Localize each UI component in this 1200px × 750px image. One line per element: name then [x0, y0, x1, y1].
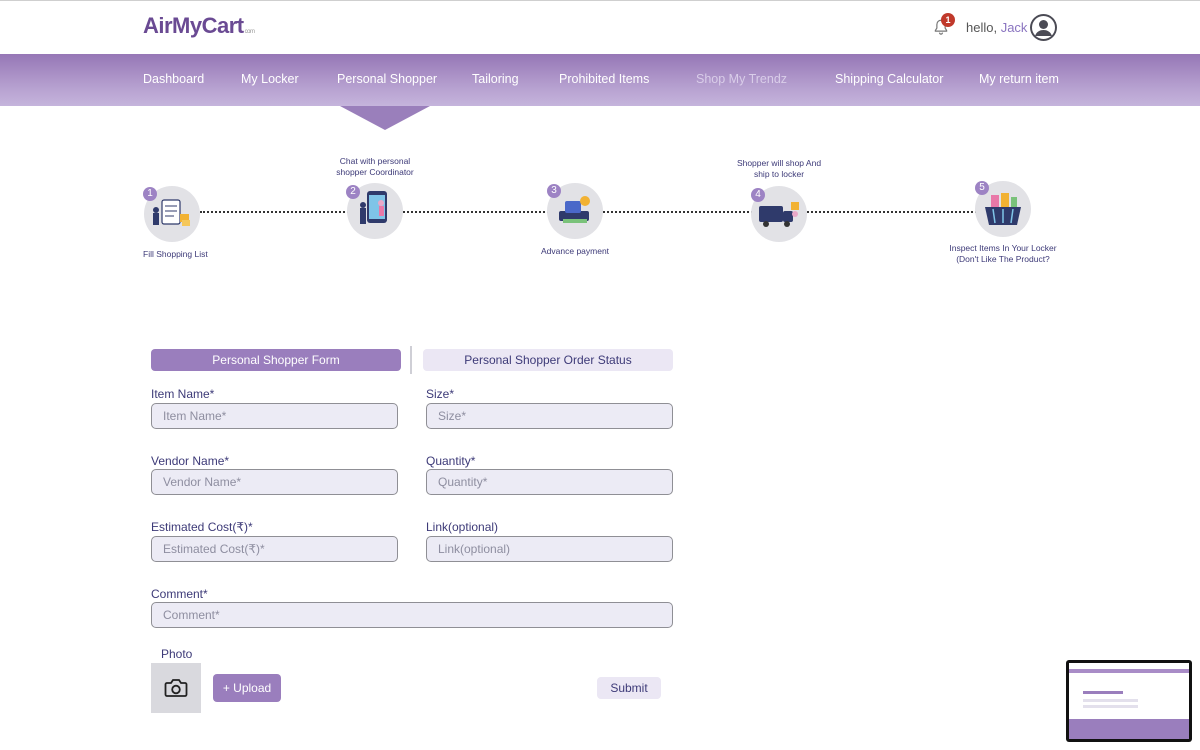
- photo-label: Photo: [161, 647, 193, 661]
- photo-preview[interactable]: [151, 663, 201, 713]
- active-nav-pointer: [340, 106, 430, 130]
- upload-button[interactable]: + Upload: [213, 674, 281, 702]
- link-input[interactable]: [426, 536, 673, 562]
- step-5-label-line1: Inspect Items In Your Locker: [949, 243, 1057, 253]
- step-1-number: 1: [143, 187, 157, 201]
- size-label: Size*: [426, 387, 455, 401]
- step-3-label: Advance payment: [541, 246, 610, 256]
- submit-button[interactable]: Submit: [597, 677, 661, 699]
- nav-personal-shopper[interactable]: Personal Shopper: [337, 72, 437, 86]
- user-name[interactable]: Jack: [1001, 20, 1028, 35]
- step-2-label-line2: shopper Coordinator: [336, 167, 414, 177]
- step-4-number: 4: [751, 188, 765, 202]
- tab-personal-shopper-form[interactable]: Personal Shopper Form: [151, 349, 401, 371]
- comment-input[interactable]: [151, 602, 673, 628]
- estimated-cost-input[interactable]: [151, 536, 398, 562]
- nav-tailoring[interactable]: Tailoring: [472, 72, 519, 86]
- greeting-text: hello,: [966, 20, 998, 35]
- step-5-label: Inspect Items In Your Locker (Don't Like…: [946, 243, 1060, 265]
- comment-label: Comment*: [151, 587, 208, 601]
- quantity-input[interactable]: [426, 469, 673, 495]
- step-2-label-line1: Chat with personal: [339, 156, 411, 166]
- step-4-label: Shopper will shop And ship to locker: [733, 158, 825, 180]
- step-2-label: Chat with personal shopper Coordinator: [335, 156, 415, 178]
- logo-text: AirMyCart: [143, 13, 244, 38]
- tab-personal-shopper-order-status[interactable]: Personal Shopper Order Status: [423, 349, 673, 371]
- nav-prohibited-items[interactable]: Prohibited Items: [559, 72, 649, 86]
- step-1-label: Fill Shopping List: [143, 249, 208, 259]
- nav-shop-my-trendz[interactable]: Shop My Trendz: [696, 72, 787, 86]
- window-preview-thumbnail[interactable]: [1066, 660, 1192, 742]
- nav-dashboard[interactable]: Dashboard: [143, 72, 204, 86]
- quantity-label: Quantity*: [426, 454, 476, 468]
- top-header: AirMyCartcom 1 hello, Jack: [0, 0, 1200, 54]
- vendor-name-input[interactable]: [151, 469, 398, 495]
- tab-divider: [410, 346, 412, 374]
- main-nav: Dashboard My Locker Personal Shopper Tai…: [0, 54, 1200, 106]
- item-name-label: Item Name*: [151, 387, 215, 401]
- vendor-name-label: Vendor Name*: [151, 454, 230, 468]
- nav-shipping-calculator[interactable]: Shipping Calculator: [835, 72, 943, 86]
- nav-my-locker[interactable]: My Locker: [241, 72, 299, 86]
- step-4-label-line1: Shopper will shop And: [736, 158, 822, 168]
- link-label: Link(optional): [426, 520, 499, 534]
- greeting: hello, Jack: [966, 20, 1027, 35]
- camera-icon: [164, 679, 188, 697]
- estimated-cost-label: Estimated Cost(₹)*: [151, 520, 253, 534]
- step-5-label-line2: (Don't Like The Product?: [956, 254, 1050, 264]
- airmycart-logo[interactable]: AirMyCartcom: [143, 13, 255, 39]
- nav-my-return-item[interactable]: My return item: [979, 72, 1059, 86]
- step-2-number: 2: [346, 185, 360, 199]
- step-3-number: 3: [547, 184, 561, 198]
- step-5-number: 5: [975, 181, 989, 195]
- size-input[interactable]: [426, 403, 673, 429]
- notification-badge: 1: [941, 13, 955, 27]
- logo-suffix: com: [244, 29, 255, 35]
- item-name-input[interactable]: [151, 403, 398, 429]
- step-4-label-line2: ship to locker: [753, 169, 805, 179]
- user-avatar-icon[interactable]: [1030, 14, 1057, 41]
